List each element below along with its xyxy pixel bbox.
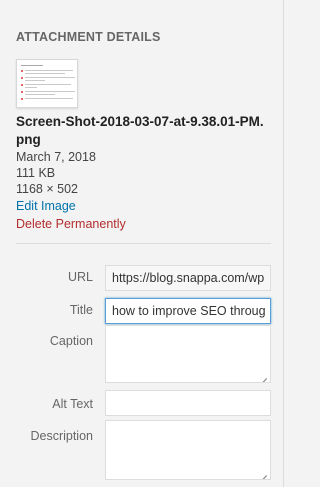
delete-permanently-link[interactable]: Delete Permanently: [16, 217, 126, 231]
alt-text-label: Alt Text: [52, 397, 93, 411]
caption-label: Caption: [49, 334, 93, 348]
attachment-details-panel: ATTACHMENT DETAILS Screen-Shot-2018-03-0…: [0, 0, 289, 487]
section-divider: [16, 243, 271, 244]
title-label: Title: [69, 303, 93, 317]
panel-border: [283, 0, 284, 487]
image-dimensions: 1168 × 502: [16, 182, 78, 196]
caption-textarea[interactable]: [105, 325, 271, 383]
panel-heading: ATTACHMENT DETAILS: [16, 30, 161, 44]
file-name: Screen-Shot-2018-03-07-at-9.38.01-PM.png: [16, 114, 264, 147]
title-input[interactable]: how to improve SEO throug: [105, 298, 271, 324]
alt-text-input[interactable]: [105, 390, 271, 416]
edit-image-link[interactable]: Edit Image: [16, 199, 76, 213]
resize-handle-icon[interactable]: [260, 372, 267, 379]
description-label: Description: [30, 429, 93, 443]
url-label: URL: [67, 270, 93, 284]
attachment-thumbnail[interactable]: [16, 59, 78, 108]
upload-date: March 7, 2018: [16, 150, 96, 164]
description-textarea[interactable]: [105, 420, 271, 480]
resize-handle-icon[interactable]: [260, 469, 267, 476]
file-size: 111 KB: [16, 166, 56, 180]
url-field[interactable]: https://blog.snappa.com/wp: [105, 265, 271, 291]
